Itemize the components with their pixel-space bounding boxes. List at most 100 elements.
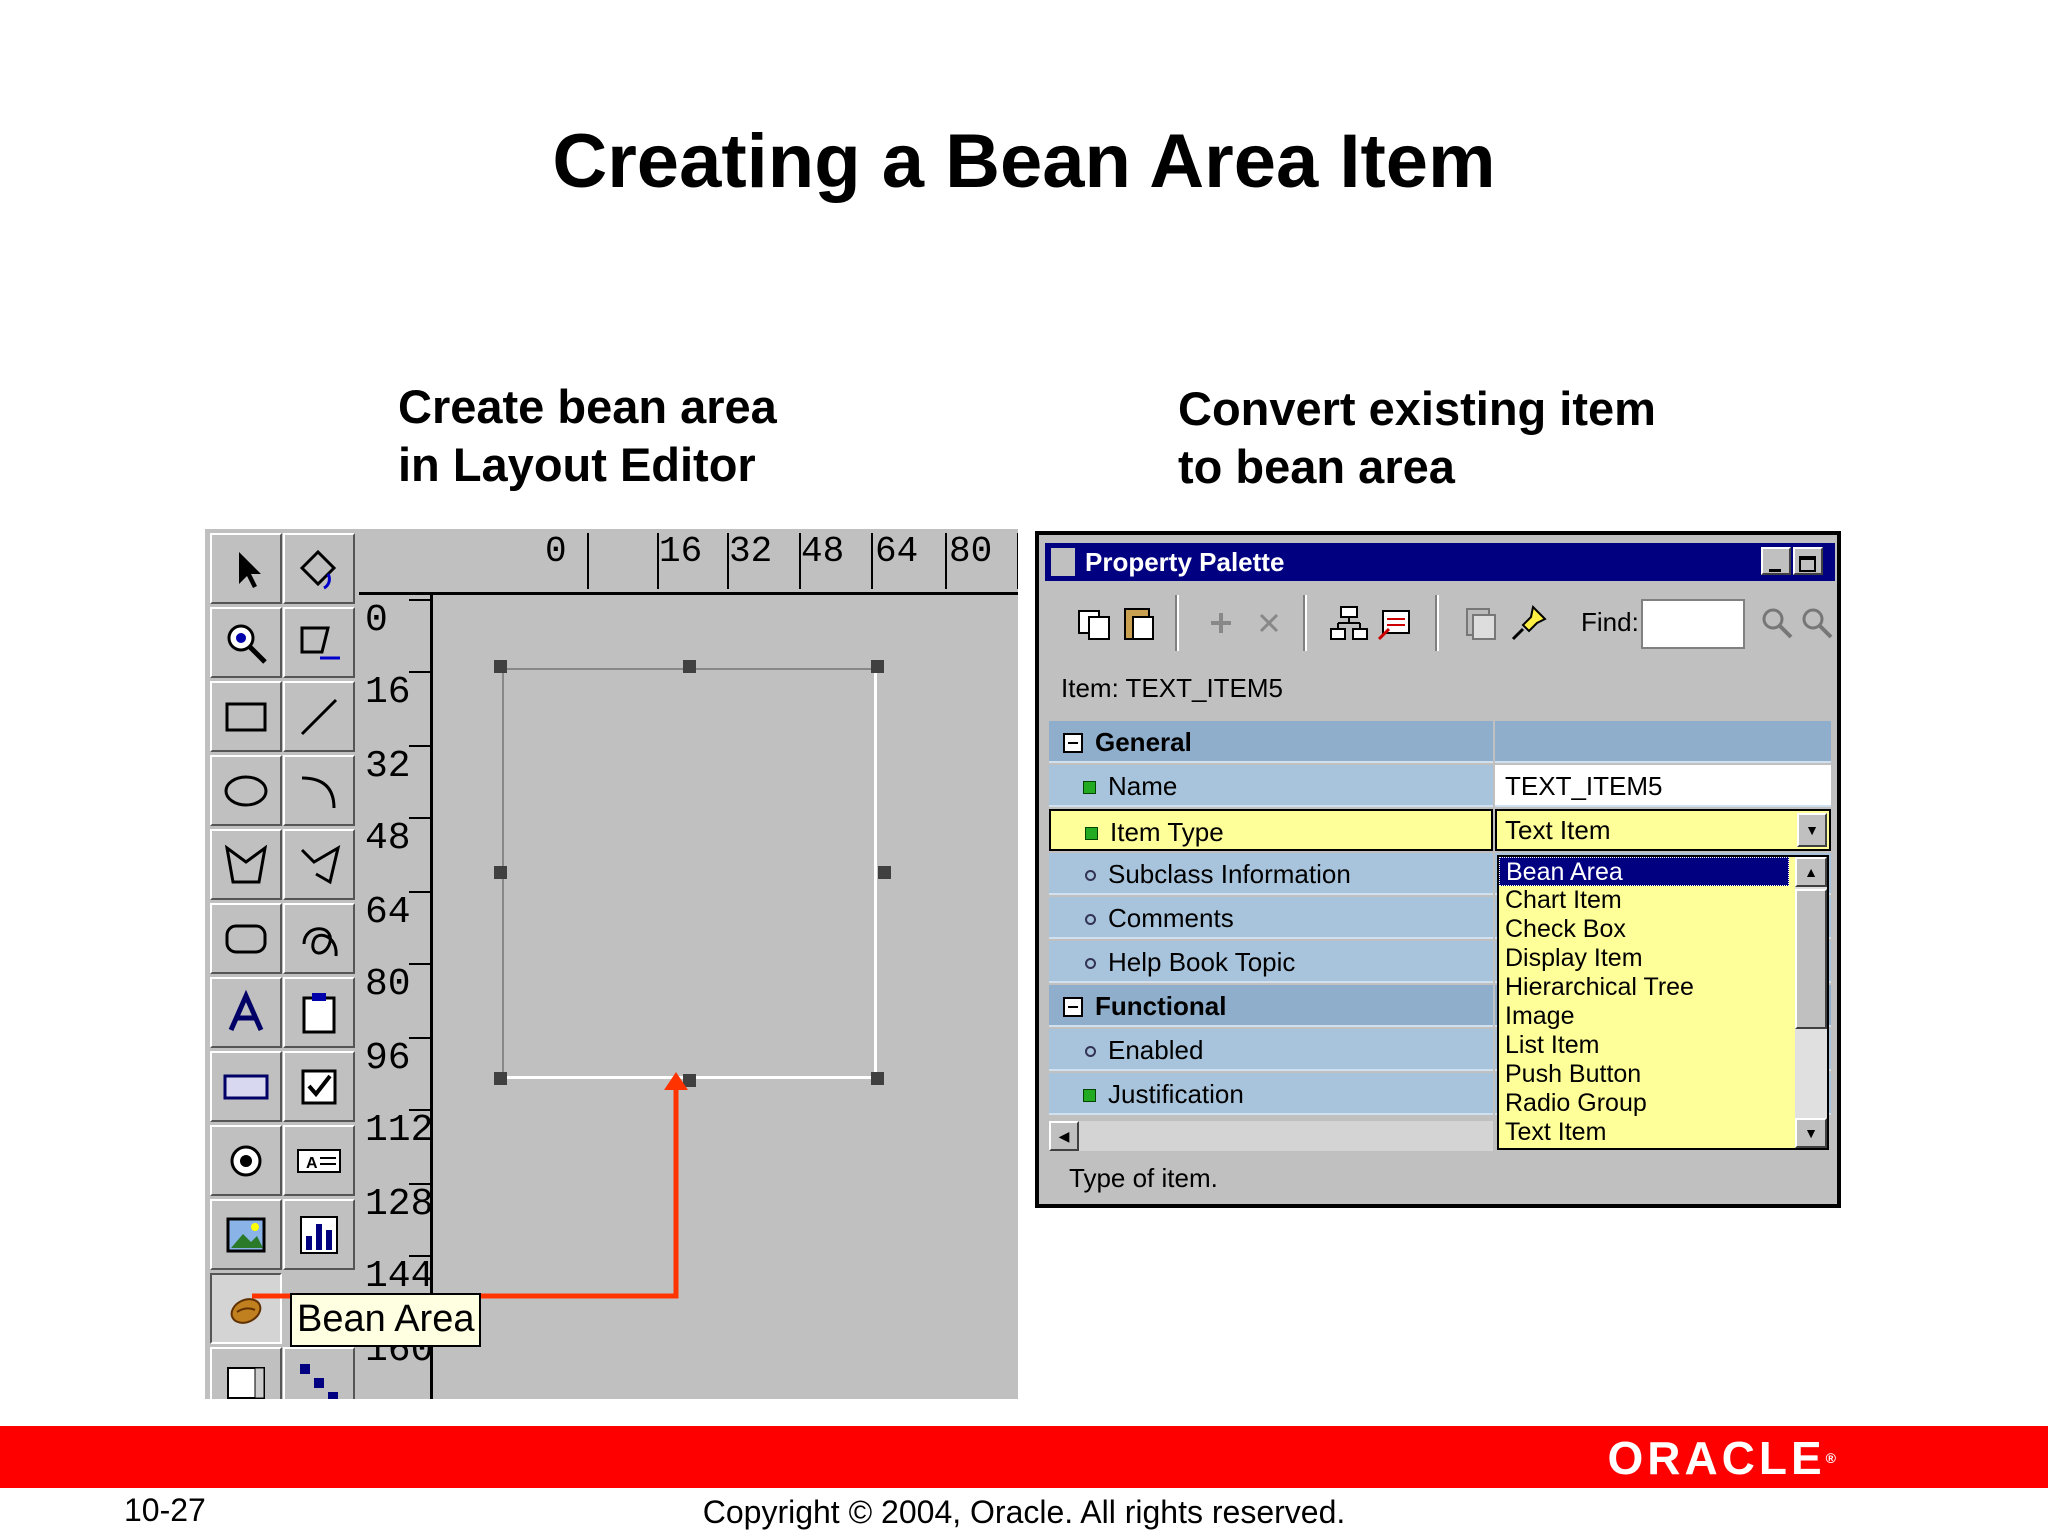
property-label: Help Book Topic	[1108, 947, 1296, 977]
property-row-name[interactable]: Name TEXT_ITEM5	[1049, 765, 1837, 809]
changed-property-icon	[1083, 781, 1096, 794]
bean-area-item[interactable]	[502, 668, 877, 1079]
minimize-button[interactable]	[1761, 547, 1791, 575]
option-push-button[interactable]: Push Button	[1499, 1060, 1789, 1089]
resize-handle[interactable]	[871, 1072, 884, 1085]
title-bar[interactable]: Property Palette	[1045, 543, 1835, 581]
chart-tool-icon[interactable]	[283, 1199, 355, 1270]
property-row-item-type[interactable]: Item Type Text Item ▼	[1049, 809, 1837, 853]
resize-handle[interactable]	[683, 1074, 696, 1087]
reshape-tool-icon[interactable]	[283, 607, 355, 678]
ruler-v-tick-line	[409, 891, 431, 893]
collapse-icon[interactable]	[1063, 733, 1083, 753]
ruler-h-tick-line	[587, 533, 589, 589]
text-item-tool-icon[interactable]: A	[283, 1125, 355, 1196]
option-image[interactable]: Image	[1499, 1002, 1789, 1031]
image-tool-icon[interactable]	[210, 1199, 282, 1270]
right-caption-line-1: Convert existing item	[1178, 382, 1656, 435]
resize-handle[interactable]	[878, 866, 891, 879]
resize-handle[interactable]	[683, 660, 696, 673]
select-tool-icon[interactable]	[210, 533, 282, 604]
current-item-label: Item: TEXT_ITEM5	[1061, 673, 1284, 703]
ruler-h-tick-line	[871, 533, 873, 589]
freeze-pin-icon[interactable]	[1509, 603, 1549, 643]
option-hierarchical-tree[interactable]: Hierarchical Tree	[1499, 973, 1789, 1002]
polygon-tool-icon[interactable]	[210, 829, 282, 900]
find-input[interactable]	[1641, 599, 1745, 649]
item-type-select[interactable]: Text Item ▼	[1495, 809, 1831, 851]
ruler-h-tick-line	[945, 533, 947, 589]
category-general[interactable]: General	[1049, 721, 1837, 765]
ruler-v-tick-line	[409, 745, 431, 747]
dropdown-scrollbar[interactable]: ▲ ▼	[1795, 857, 1827, 1148]
polyline-tool-icon[interactable]	[283, 829, 355, 900]
magnify-tool-icon[interactable]	[210, 607, 282, 678]
slide-title: Creating a Bean Area Item	[552, 119, 1496, 204]
resize-handle[interactable]	[494, 866, 507, 879]
list-item-tool-icon[interactable]	[210, 1347, 282, 1399]
option-check-box[interactable]: Check Box	[1499, 915, 1789, 944]
left-caption-line-2: in Layout Editor	[398, 438, 756, 491]
ruler-v-tick-line	[409, 1255, 431, 1257]
ruler-v-tick-line	[409, 1183, 431, 1185]
checkbox-tool-icon[interactable]	[283, 1051, 355, 1122]
search-backward-icon[interactable]	[1797, 603, 1837, 643]
freehand-tool-icon[interactable]	[283, 903, 355, 974]
window-title: Property Palette	[1085, 547, 1285, 577]
ruler-h-tick: 16	[659, 531, 703, 572]
ruler-v-tick: 128	[365, 1183, 434, 1226]
resize-handle[interactable]	[494, 1072, 507, 1085]
frame-tool-icon[interactable]	[283, 977, 355, 1048]
rotate-tool-icon[interactable]	[283, 533, 355, 604]
maximize-button[interactable]	[1793, 547, 1823, 575]
inherit-icon[interactable]	[1375, 603, 1415, 643]
delete-property-icon[interactable]	[1249, 603, 1289, 643]
property-label: Name	[1108, 771, 1178, 801]
resize-handle[interactable]	[871, 660, 884, 673]
default-property-icon	[1085, 958, 1096, 969]
item-type-dropdown-list[interactable]: Bean Area Chart Item Check Box Display I…	[1497, 855, 1829, 1150]
line-tool-icon[interactable]	[283, 681, 355, 752]
arc-tool-icon[interactable]	[283, 755, 355, 826]
resize-handle[interactable]	[494, 660, 507, 673]
collapse-icon[interactable]	[1063, 997, 1083, 1017]
intersection-union-icon[interactable]	[1461, 603, 1501, 643]
option-chart-item[interactable]: Chart Item	[1499, 886, 1789, 915]
button-tool-icon[interactable]	[210, 1051, 282, 1122]
ruler-h-tick: 64	[875, 531, 919, 572]
bean-area-tool-icon[interactable]	[210, 1273, 282, 1344]
option-radio-group[interactable]: Radio Group	[1499, 1089, 1789, 1118]
ruler-h-tick-line	[727, 533, 729, 589]
copy-properties-icon[interactable]	[1075, 603, 1115, 643]
option-text-item[interactable]: Text Item	[1499, 1118, 1789, 1147]
ruler-v-tick-line	[409, 1109, 431, 1111]
ellipse-tool-icon[interactable]	[210, 755, 282, 826]
default-property-icon	[1085, 1046, 1096, 1057]
option-bean-area[interactable]: Bean Area	[1499, 857, 1789, 886]
scroll-up-icon[interactable]: ▲	[1795, 857, 1827, 887]
option-list-item[interactable]: List Item	[1499, 1031, 1789, 1060]
option-display-item[interactable]: Display Item	[1499, 944, 1789, 973]
scroll-left-icon[interactable]: ◀	[1049, 1121, 1079, 1151]
rectangle-tool-icon[interactable]	[210, 681, 282, 752]
search-forward-icon[interactable]	[1757, 603, 1797, 643]
property-label: Comments	[1108, 903, 1234, 933]
rounded-rectangle-tool-icon[interactable]	[210, 903, 282, 974]
dropdown-arrow-icon[interactable]: ▼	[1797, 813, 1827, 847]
paste-properties-icon[interactable]	[1119, 603, 1159, 643]
scroll-thumb[interactable]	[1795, 889, 1827, 1029]
horizontal-scrollbar[interactable]: ◀	[1049, 1121, 1493, 1151]
toolbar-separator	[1435, 595, 1439, 651]
radio-button-tool-icon[interactable]	[210, 1125, 282, 1196]
vertical-ruler: 0 16 32 48 64 80 96 112 128 144 160	[359, 595, 433, 1399]
ruler-h-tick: 0	[545, 531, 567, 572]
ruler-v-tick-line	[409, 599, 431, 601]
property-class-icon[interactable]	[1329, 603, 1369, 643]
hierarchical-tree-tool-icon[interactable]	[283, 1347, 355, 1399]
text-tool-icon[interactable]	[210, 977, 282, 1048]
add-property-icon[interactable]	[1201, 603, 1241, 643]
property-label: Item Type	[1110, 817, 1224, 847]
scroll-down-icon[interactable]: ▼	[1795, 1118, 1827, 1148]
property-value[interactable]: TEXT_ITEM5	[1495, 765, 1831, 807]
ruler-v-tick-line	[409, 817, 431, 819]
